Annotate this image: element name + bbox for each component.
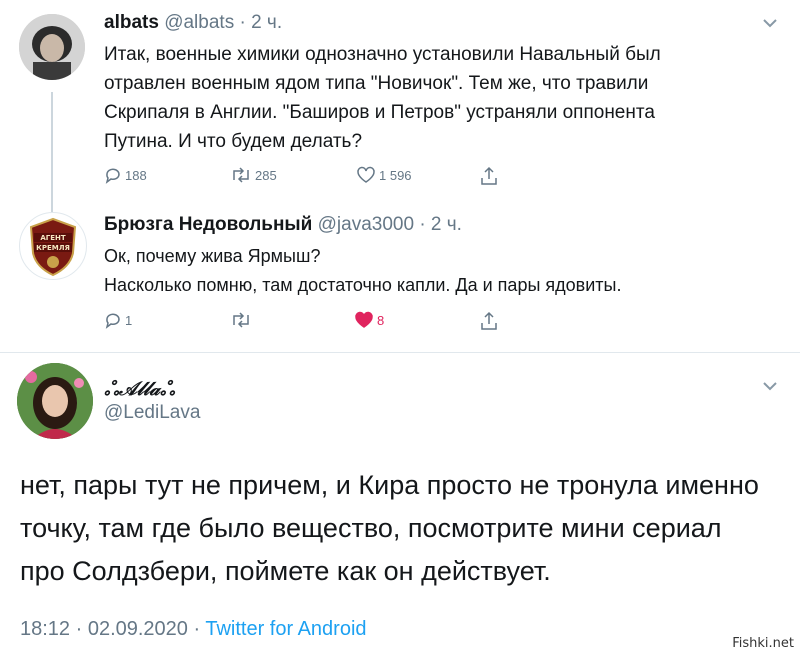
share-button[interactable] — [480, 166, 498, 186]
tweet1-header: albats @albats · 2 ч. — [104, 12, 282, 34]
badge-text-bottom: КРЕМЛЯ — [36, 244, 70, 252]
share-icon — [481, 166, 497, 185]
retweet-icon — [233, 167, 249, 183]
tweet2-time[interactable]: · 2 ч. — [419, 214, 462, 235]
thread-line — [51, 92, 53, 212]
tweet1-time[interactable]: · 2 ч. — [239, 12, 282, 33]
retweet-button[interactable] — [230, 311, 255, 329]
tweet2-author-name[interactable]: Брюзга Недовольный — [104, 214, 312, 235]
agent-kremlin-badge-icon: АГЕНТ КРЕМЛЯ — [29, 217, 77, 277]
reply-count: 1 — [125, 312, 133, 328]
avatar-image — [19, 14, 85, 80]
avatar-albats[interactable] — [19, 14, 85, 80]
tweet1-author-name[interactable]: albats — [104, 12, 159, 33]
heart-icon — [357, 166, 375, 183]
avatar-java3000[interactable]: АГЕНТ КРЕМЛЯ — [19, 212, 87, 280]
tweet1-line: Итак, военные химики однозначно установи… — [104, 44, 661, 65]
tweet1-line: Путина. И что будем делать? — [104, 131, 363, 152]
like-button[interactable]: 1 596 — [356, 166, 412, 184]
reply-icon — [105, 313, 120, 329]
tweet3-author-handle[interactable]: @LediLava — [104, 402, 200, 424]
watermark: Fishki.net — [732, 636, 794, 651]
tweet3-line: нет, пары тут не причем, и Кира просто н… — [20, 470, 759, 500]
tweet3-meta: 18:12 · 02.09.2020 · Twitter for Android — [20, 618, 367, 641]
tweet2-author-handle[interactable]: @java3000 — [318, 214, 414, 235]
avatar-ledilava[interactable] — [17, 363, 93, 439]
chevron-down-icon[interactable] — [762, 18, 778, 28]
badge-text-top: АГЕНТ — [40, 234, 66, 242]
like-button[interactable]: 8 — [354, 311, 384, 329]
heart-filled-icon — [355, 311, 373, 328]
tweet2-actions: 1 8 — [104, 311, 524, 333]
like-count: 1 596 — [379, 167, 412, 183]
reply-count: 188 — [125, 167, 147, 183]
retweet-icon — [233, 312, 249, 328]
tweet3-line: про Солдзбери, поймете как он действует. — [20, 556, 551, 586]
chevron-down-icon[interactable] — [762, 381, 778, 391]
tweet3-author-name[interactable]: ஃ𝒜𝓁𝓁𝒶ஃ — [104, 378, 175, 403]
tweet3-source-link[interactable]: Twitter for Android — [205, 618, 366, 640]
tweet1-actions: 188 285 1 596 — [104, 166, 524, 188]
tweet1-text: Итак, военные химики однозначно установи… — [104, 40, 661, 156]
retweet-button[interactable]: 285 — [230, 166, 277, 184]
reply-icon — [105, 168, 120, 184]
tweet2-text: Ок, почему жива Ярмыш? Насколько помню, … — [104, 242, 621, 300]
tweet2-line: Насколько помню, там достаточно капли. Д… — [104, 275, 622, 295]
share-button[interactable] — [480, 311, 498, 331]
reply-button[interactable]: 188 — [104, 166, 147, 184]
share-icon — [481, 311, 497, 330]
tweet3-line: точку, там где было вещество, посмотрите… — [20, 513, 722, 543]
retweet-count: 285 — [255, 167, 277, 183]
tweet3-datetime[interactable]: 18:12 · 02.09.2020 · — [20, 618, 205, 640]
tweet2-header: Брюзга Недовольный @java3000 · 2 ч. — [104, 214, 462, 236]
tweet3-text: нет, пары тут не причем, и Кира просто н… — [20, 464, 759, 593]
reply-button[interactable]: 1 — [104, 311, 132, 329]
tweet2-line: Ок, почему жива Ярмыш? — [104, 246, 321, 266]
tweet1-line: отравлен военным ядом типа "Новичок". Те… — [104, 73, 649, 94]
divider — [0, 352, 800, 353]
like-count: 8 — [377, 312, 385, 328]
tweet1-line: Скрипаля в Англии. "Баширов и Петров" ус… — [104, 102, 655, 123]
avatar-image — [17, 363, 93, 439]
tweet1-author-handle[interactable]: @albats — [164, 12, 234, 33]
